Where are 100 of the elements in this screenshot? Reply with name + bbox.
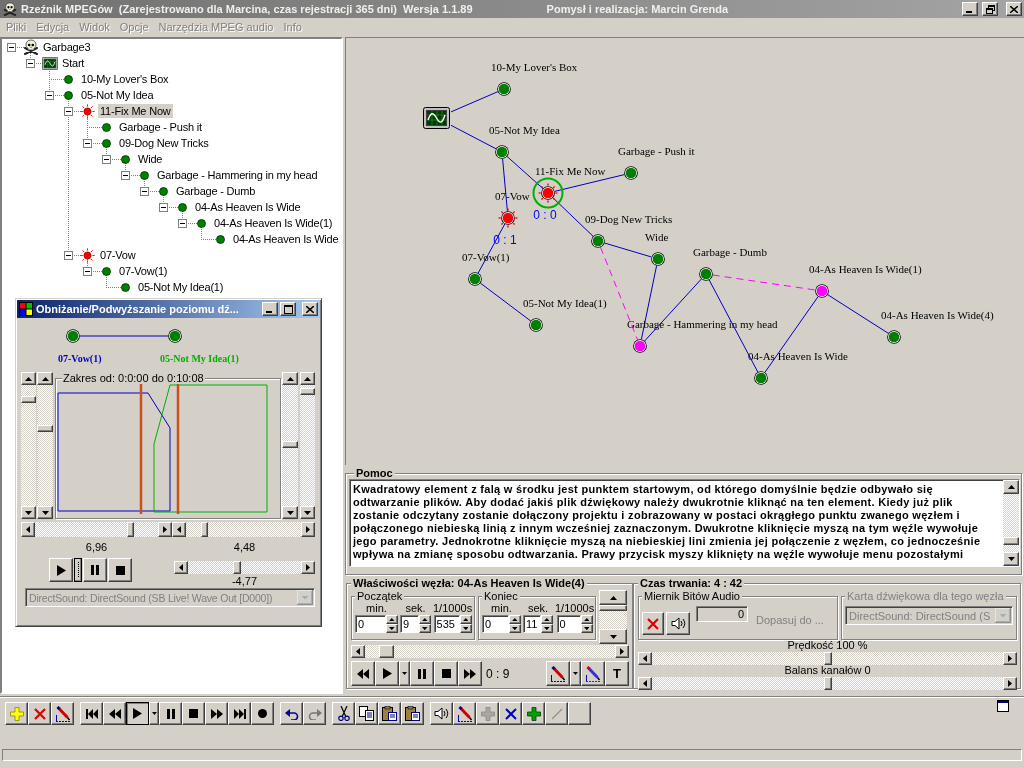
grip-button[interactable]	[74, 558, 82, 582]
scroll-up-button[interactable]	[300, 372, 315, 385]
scroll-left-button[interactable]	[638, 652, 652, 665]
spin-down-button[interactable]	[386, 624, 398, 633]
skip-to-start-button[interactable]	[80, 702, 103, 725]
minus-box-icon[interactable]	[159, 202, 168, 212]
tree-item[interactable]: 04-As Heaven Is Wide(1)	[212, 216, 335, 230]
time-field[interactable]: 11	[523, 615, 541, 633]
slider-thumb[interactable]	[300, 388, 315, 396]
scroll-left-button[interactable]	[21, 522, 35, 537]
spin-up-button[interactable]	[541, 615, 553, 624]
scrollbar-thumb[interactable]	[599, 605, 627, 611]
slider-thumb[interactable]	[379, 645, 395, 658]
spin-down-button[interactable]	[459, 624, 472, 633]
dropdown-button[interactable]	[570, 661, 581, 686]
spin-down-button[interactable]	[509, 624, 521, 633]
minus-box-icon[interactable]	[83, 138, 92, 148]
tree-item[interactable]: 11-Fix Me Now	[98, 104, 173, 118]
scroll-left-button[interactable]	[172, 522, 186, 537]
scroll-left-button[interactable]	[174, 561, 188, 574]
tree-item[interactable]: 04-As Heaven Is Wide	[231, 232, 341, 246]
slider-thumb[interactable]	[233, 561, 242, 574]
pause-button[interactable]	[410, 661, 434, 686]
minus-box-icon[interactable]	[26, 58, 35, 68]
spin-up-button[interactable]	[419, 615, 431, 624]
stop-button[interactable]	[182, 702, 205, 725]
slider-thumb[interactable]	[126, 522, 134, 537]
scroll-right-button[interactable]	[615, 645, 629, 658]
stop-button[interactable]	[434, 661, 458, 686]
minus-box-icon[interactable]	[7, 42, 16, 52]
skip-to-end-button[interactable]	[228, 702, 251, 725]
speaker-button[interactable]	[666, 612, 690, 635]
slider-thumb[interactable]	[21, 396, 36, 404]
slider-thumb[interactable]	[282, 440, 298, 448]
minus-box-icon[interactable]	[102, 154, 111, 164]
close-button[interactable]	[1006, 2, 1022, 16]
slider-thumb[interactable]	[823, 652, 832, 665]
tree-item[interactable]: Start	[60, 56, 87, 70]
maximize-button[interactable]	[280, 302, 296, 316]
tree-item[interactable]: 05-Not My Idea(1)	[136, 280, 226, 294]
play-button[interactable]	[126, 702, 149, 725]
draw-link-button[interactable]	[453, 702, 476, 725]
scroll-right-button[interactable]	[1003, 677, 1017, 690]
draw-link-button[interactable]	[546, 661, 570, 686]
tree-item[interactable]: Garbage - Push it	[117, 120, 204, 134]
spin-down-button[interactable]	[419, 624, 431, 633]
scroll-up-button[interactable]	[599, 590, 627, 605]
cut-button[interactable]	[332, 702, 355, 725]
undo-button[interactable]	[280, 702, 303, 725]
minimize-button[interactable]	[962, 2, 978, 16]
spin-up-button[interactable]	[459, 615, 472, 624]
scroll-right-button[interactable]	[301, 522, 315, 537]
tree-item[interactable]: Wide	[136, 152, 165, 166]
scroll-down-button[interactable]	[37, 506, 53, 519]
scroll-right-button[interactable]	[1003, 652, 1017, 665]
tree-item[interactable]: 07-Vow(1)	[117, 264, 170, 278]
fast-forward-button[interactable]	[205, 702, 228, 725]
fast-forward-button[interactable]	[458, 661, 482, 686]
tree-item[interactable]: 05-Not My Idea	[79, 88, 156, 102]
slider-thumb[interactable]	[37, 424, 53, 432]
close-button[interactable]	[302, 302, 318, 316]
scroll-up-button[interactable]	[1003, 480, 1019, 494]
spin-down-button[interactable]	[580, 624, 593, 633]
tree-item[interactable]: 07-Vow	[98, 248, 138, 262]
minus-box-icon[interactable]	[121, 170, 130, 180]
time-field[interactable]: 0	[556, 615, 581, 633]
add-button[interactable]	[522, 702, 545, 725]
dropdown-button[interactable]	[149, 702, 159, 725]
paste-button[interactable]	[378, 702, 401, 725]
minus-box-icon[interactable]	[178, 218, 187, 228]
pause-button[interactable]	[83, 558, 107, 582]
minus-box-icon[interactable]	[45, 90, 54, 100]
time-field[interactable]: 535	[433, 615, 460, 633]
record-button[interactable]	[251, 702, 274, 725]
scroll-down-button[interactable]	[300, 506, 315, 519]
scroll-right-button[interactable]	[301, 561, 315, 574]
slider-thumb[interactable]	[823, 677, 832, 690]
minus-box-icon[interactable]	[64, 250, 73, 260]
scroll-down-button[interactable]	[21, 506, 36, 519]
pause-button[interactable]	[159, 702, 182, 725]
remove-button[interactable]	[499, 702, 522, 725]
spin-up-button[interactable]	[509, 615, 521, 624]
spin-down-button[interactable]	[541, 624, 553, 633]
scroll-up-button[interactable]	[37, 372, 53, 385]
rewind-button[interactable]	[103, 702, 126, 725]
minimize-button[interactable]	[262, 302, 278, 316]
scroll-up-button[interactable]	[282, 372, 298, 385]
delete-button[interactable]	[28, 702, 51, 725]
restore-button[interactable]	[982, 2, 998, 16]
add-button[interactable]	[5, 702, 28, 725]
blank-button[interactable]	[568, 702, 591, 725]
scrollbar-thumb[interactable]	[1003, 536, 1019, 545]
scroll-down-button[interactable]	[282, 506, 298, 519]
time-field[interactable]: 0	[482, 615, 509, 633]
volume-button[interactable]	[430, 702, 453, 725]
minus-box-icon[interactable]	[83, 266, 92, 276]
scroll-up-button[interactable]	[21, 372, 36, 385]
slider-thumb[interactable]	[201, 522, 209, 537]
scroll-right-button[interactable]	[158, 522, 172, 537]
scroll-left-button[interactable]	[351, 645, 365, 658]
